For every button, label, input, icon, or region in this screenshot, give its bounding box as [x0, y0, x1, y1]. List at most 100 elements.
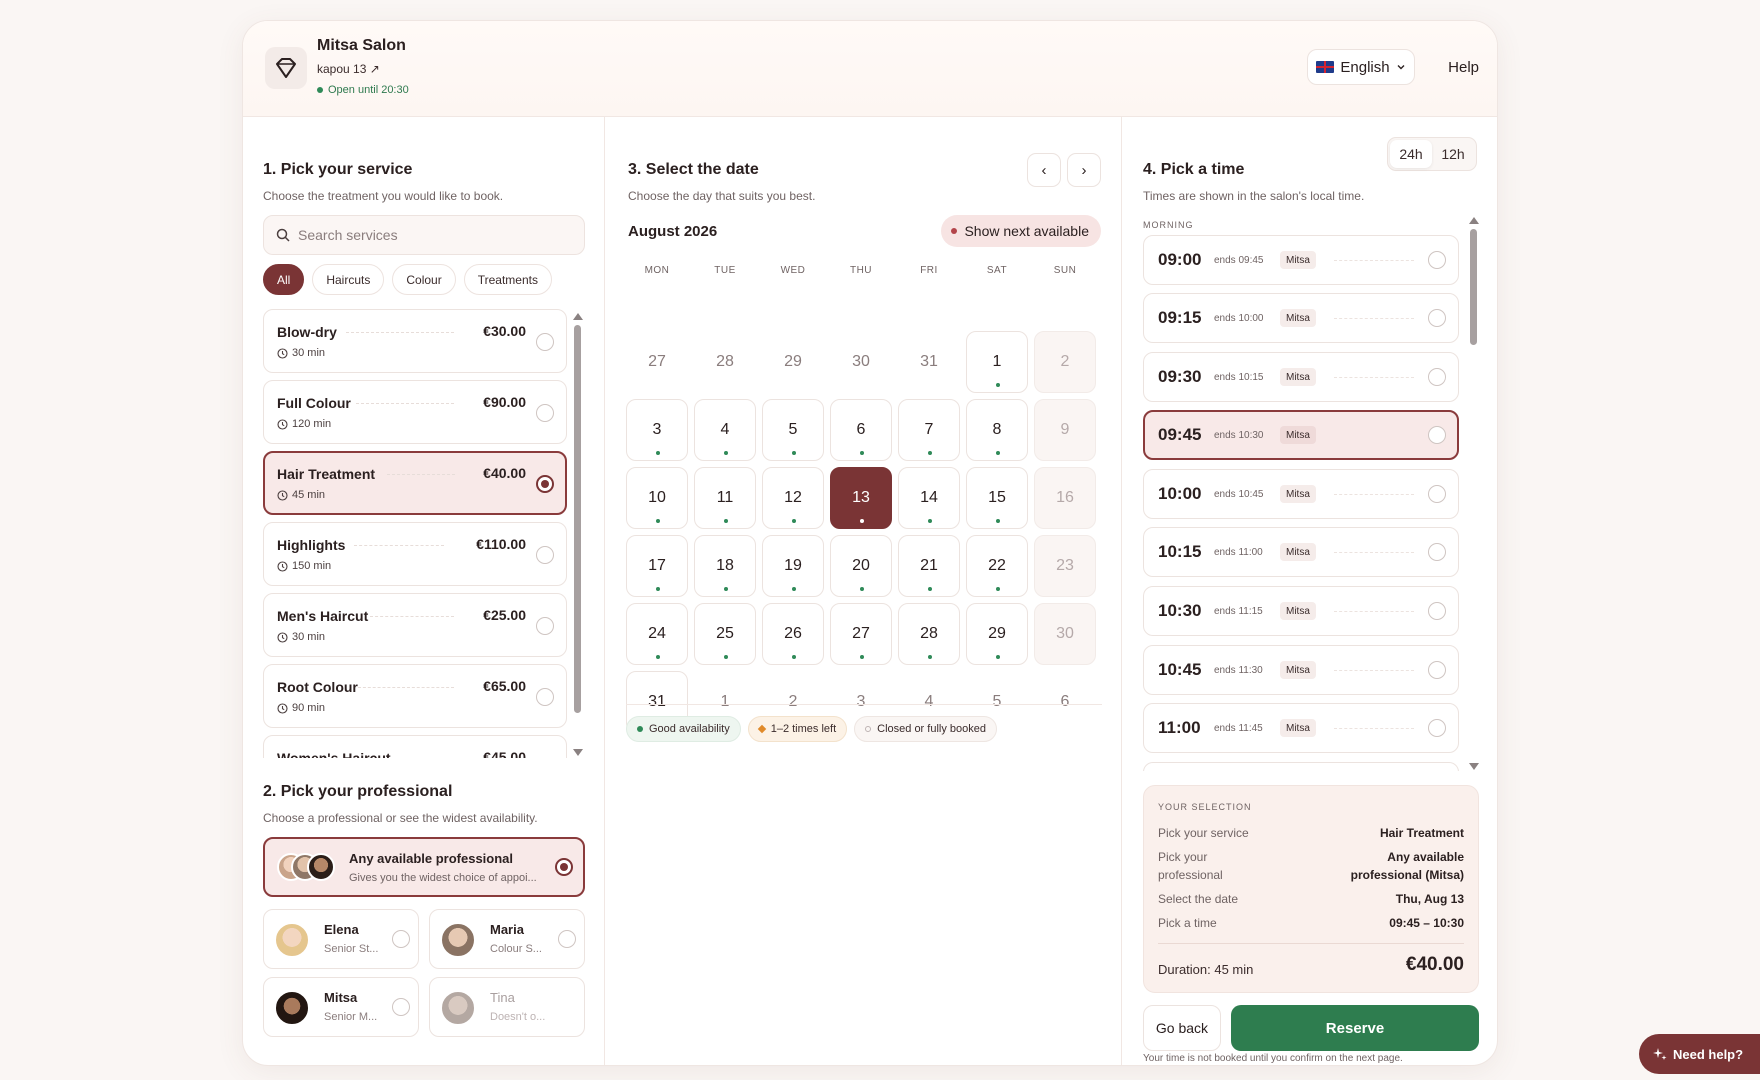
time-slot[interactable]: 10:45 ends 11:30 Mitsa: [1143, 645, 1459, 695]
time-slot[interactable]: 10:00 ends 10:45 Mitsa: [1143, 469, 1459, 519]
format-12h-button[interactable]: 12h: [1432, 140, 1474, 168]
service-item[interactable]: Root Colour €65.00 90 min: [263, 664, 567, 728]
slot-radio[interactable]: [1428, 719, 1446, 737]
language-selector[interactable]: English: [1307, 49, 1415, 85]
availability-dot-icon: [656, 519, 660, 523]
calendar-day[interactable]: 6: [830, 399, 892, 461]
calendar-day[interactable]: 20: [830, 535, 892, 597]
service-radio-selected[interactable]: [536, 475, 554, 493]
service-radio[interactable]: [536, 333, 554, 351]
calendar-day[interactable]: 4: [694, 399, 756, 461]
professional-radio[interactable]: [392, 998, 410, 1016]
calendar-day[interactable]: 22: [966, 535, 1028, 597]
time-slot[interactable]: 10:15 ends 11:00 Mitsa: [1143, 527, 1459, 577]
any-professional-radio[interactable]: [555, 858, 573, 876]
service-search-input[interactable]: Search services: [263, 215, 585, 255]
service-item[interactable]: Highlights €110.00 150 min: [263, 522, 567, 586]
search-icon: [276, 228, 290, 242]
slot-radio[interactable]: [1428, 485, 1446, 503]
salon-address-link[interactable]: kapou 13 ↗: [317, 62, 380, 76]
professional-option-elena[interactable]: Elena Senior St...: [263, 909, 419, 969]
chip-haircuts[interactable]: Haircuts: [312, 264, 385, 295]
scroll-up-arrow-icon[interactable]: [1469, 217, 1479, 224]
professional-option-mitsa[interactable]: Mitsa Senior M...: [263, 977, 419, 1037]
calendar-day[interactable]: 21: [898, 535, 960, 597]
calendar-day[interactable]: 26: [762, 603, 824, 665]
slot-radio[interactable]: [1428, 426, 1446, 444]
scroll-down-arrow-icon[interactable]: [573, 749, 583, 756]
show-next-available-button[interactable]: Show next available: [941, 215, 1101, 247]
calendar-day[interactable]: 3: [626, 399, 688, 461]
clock-icon: [277, 560, 288, 572]
time-scrollbar[interactable]: [1470, 229, 1477, 345]
calendar-day[interactable]: 11: [694, 467, 756, 529]
slot-radio[interactable]: [1428, 602, 1446, 620]
calendar-day[interactable]: 7: [898, 399, 960, 461]
weekday-label: FRI: [920, 265, 938, 276]
service-item[interactable]: Women's Haircut €45.00: [263, 735, 567, 758]
need-help-button[interactable]: Need help?: [1639, 1034, 1760, 1074]
slot-ends: ends 10:15: [1214, 372, 1264, 383]
slot-radio[interactable]: [1428, 661, 1446, 679]
calendar-day[interactable]: 5: [762, 399, 824, 461]
professional-radio[interactable]: [392, 930, 410, 948]
calendar-day[interactable]: 19: [762, 535, 824, 597]
service-item-selected[interactable]: Hair Treatment €40.00 45 min: [263, 451, 567, 515]
any-professional-option[interactable]: Any available professional Gives you the…: [263, 837, 585, 897]
slot-radio[interactable]: [1428, 309, 1446, 327]
time-slot-selected[interactable]: 09:45 ends 10:30 Mitsa: [1143, 410, 1459, 460]
reserve-button[interactable]: Reserve: [1231, 1005, 1479, 1051]
scroll-down-arrow-icon[interactable]: [1469, 763, 1479, 770]
time-slot[interactable]: 10:30 ends 11:15 Mitsa: [1143, 586, 1459, 636]
duration-text: 45 min: [292, 489, 326, 501]
chip-all[interactable]: All: [263, 264, 305, 295]
calendar-day: 2: [1034, 331, 1096, 393]
time-slot[interactable]: 11:00 ends 11:45 Mitsa: [1143, 703, 1459, 753]
service-radio[interactable]: [536, 688, 554, 706]
slot-radio[interactable]: [1428, 543, 1446, 561]
time-slot[interactable]: 09:15 ends 10:00 Mitsa: [1143, 293, 1459, 343]
service-name: Root Colour: [277, 679, 358, 695]
calendar-day[interactable]: 8: [966, 399, 1028, 461]
time-slot[interactable]: 09:00 ends 09:45 Mitsa: [1143, 235, 1459, 285]
calendar-day-selected[interactable]: 13: [830, 467, 892, 529]
service-radio[interactable]: [536, 617, 554, 635]
format-24h-button[interactable]: 24h: [1390, 140, 1432, 168]
calendar-day[interactable]: 17: [626, 535, 688, 597]
calendar-day[interactable]: 10: [626, 467, 688, 529]
duration-text: 30 min: [292, 347, 326, 359]
day-number: 18: [716, 557, 734, 574]
slot-professional-badge: Mitsa: [1280, 543, 1316, 561]
professional-radio[interactable]: [558, 930, 576, 948]
service-radio[interactable]: [536, 404, 554, 422]
calendar-day[interactable]: 25: [694, 603, 756, 665]
service-item[interactable]: Men's Haircut €25.00 30 min: [263, 593, 567, 657]
go-back-button[interactable]: Go back: [1143, 1005, 1221, 1051]
help-link[interactable]: Help: [1448, 59, 1479, 76]
service-item[interactable]: Blow-dry €30.00 30 min: [263, 309, 567, 373]
calendar-day[interactable]: 15: [966, 467, 1028, 529]
slot-radio[interactable]: [1428, 368, 1446, 386]
scroll-up-arrow-icon[interactable]: [573, 313, 583, 320]
service-item[interactable]: Full Colour €90.00 120 min: [263, 380, 567, 444]
next-month-button[interactable]: ›: [1067, 153, 1101, 187]
calendar-day[interactable]: 29: [966, 603, 1028, 665]
slot-professional-badge: Mitsa: [1280, 309, 1316, 327]
calendar-day[interactable]: 12: [762, 467, 824, 529]
calendar-day[interactable]: 14: [898, 467, 960, 529]
professional-option-maria[interactable]: Maria Colour S...: [429, 909, 585, 969]
calendar-day[interactable]: 28: [898, 603, 960, 665]
slot-radio[interactable]: [1428, 251, 1446, 269]
time-slot[interactable]: [1143, 762, 1459, 771]
service-scrollbar[interactable]: [574, 325, 581, 713]
day-number: 3: [856, 693, 866, 710]
time-slot[interactable]: 09:30 ends 10:15 Mitsa: [1143, 352, 1459, 402]
calendar-day[interactable]: 24: [626, 603, 688, 665]
service-radio[interactable]: [536, 546, 554, 564]
prev-month-button[interactable]: ‹: [1027, 153, 1061, 187]
chip-treatments[interactable]: Treatments: [463, 264, 552, 295]
calendar-day[interactable]: 1: [966, 331, 1028, 393]
chip-colour[interactable]: Colour: [392, 264, 456, 295]
calendar-day[interactable]: 18: [694, 535, 756, 597]
calendar-day[interactable]: 27: [830, 603, 892, 665]
